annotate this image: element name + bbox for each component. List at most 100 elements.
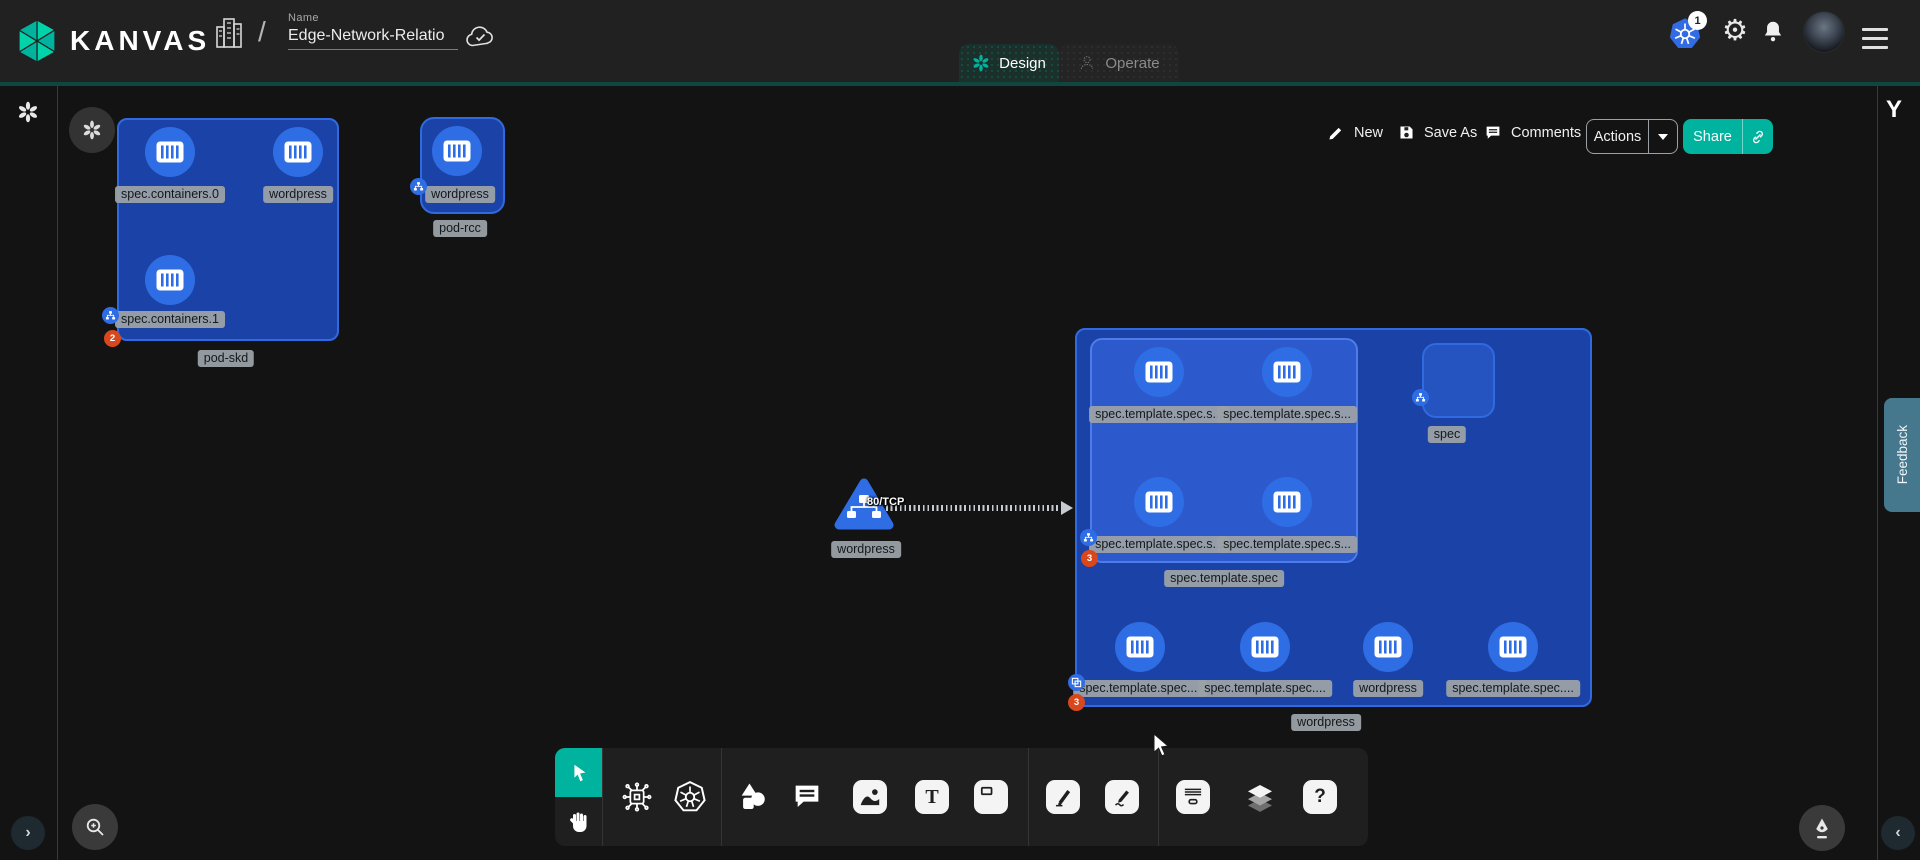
layers-tool[interactable] <box>1242 779 1278 815</box>
container-node[interactable] <box>1115 622 1165 672</box>
save-as-button[interactable]: Save As <box>1398 124 1477 141</box>
group-label: spec.template.spec <box>1164 570 1284 587</box>
container-node[interactable] <box>1488 622 1538 672</box>
container-node[interactable] <box>145 255 195 305</box>
expand-left-panel-button[interactable]: › <box>11 816 45 850</box>
dock-divider <box>1158 748 1159 846</box>
design-name-label: Name <box>288 12 319 24</box>
text-tool[interactable]: T <box>914 779 950 815</box>
operate-tab-icon <box>1078 54 1096 72</box>
design-tab-icon <box>972 54 990 72</box>
pod-relationship-badge[interactable] <box>410 178 427 195</box>
shapes-tool[interactable] <box>735 779 771 815</box>
tab-operate[interactable]: Operate <box>1059 44 1179 82</box>
node-label: wordpress <box>263 186 333 203</box>
container-icon <box>443 140 471 162</box>
pen-nib-button[interactable] <box>1799 805 1845 851</box>
right-panel-toggle[interactable]: Y <box>1886 96 1902 124</box>
group-label: spec <box>1428 426 1466 443</box>
pod-relationship-badge[interactable] <box>1412 389 1429 406</box>
kanvas-logo-icon <box>16 18 58 64</box>
actions-split-divider <box>1648 120 1649 153</box>
node-action-flower-button[interactable] <box>69 107 115 153</box>
container-icon <box>1273 491 1301 513</box>
help-tool[interactable]: ? <box>1302 779 1338 815</box>
meshery-spinner-icon <box>17 101 39 123</box>
node-label: spec.containers.1 <box>115 311 225 328</box>
pencil-icon <box>1328 124 1345 141</box>
container-node[interactable] <box>1134 477 1184 527</box>
expand-right-panel-button[interactable]: ‹ <box>1881 816 1915 850</box>
question-mark-icon: ? <box>1303 780 1337 814</box>
node-label: spec.containers.0 <box>115 186 225 203</box>
canvas-top-divider <box>0 82 1920 86</box>
copy-link-icon[interactable] <box>1743 128 1773 146</box>
logo-wordmark: KANVAS <box>70 25 210 57</box>
node-label: spec.template.spec.... <box>1446 680 1580 697</box>
container-icon <box>1273 361 1301 383</box>
hamburger-menu-icon[interactable] <box>1862 28 1888 55</box>
text-icon: T <box>915 780 949 814</box>
group-spec[interactable] <box>1422 343 1495 418</box>
image-tool[interactable] <box>852 779 888 815</box>
cursor-icon <box>568 762 590 784</box>
freehand-pencil-icon <box>1105 780 1139 814</box>
container-node[interactable] <box>432 126 482 176</box>
zoom-button[interactable] <box>72 804 118 850</box>
container-node[interactable] <box>145 127 195 177</box>
share-button[interactable]: Share <box>1683 119 1773 154</box>
comment-tool[interactable] <box>789 779 825 815</box>
pod-relationship-badge[interactable] <box>102 307 119 324</box>
container-icon <box>284 141 312 163</box>
chevron-down-icon[interactable] <box>1658 134 1668 140</box>
user-avatar[interactable] <box>1803 11 1845 53</box>
tab-operate-label: Operate <box>1105 55 1159 72</box>
comments-button[interactable]: Comments <box>1484 124 1581 142</box>
design-name-input[interactable] <box>288 27 458 50</box>
breadcrumb-separator: / <box>258 16 266 48</box>
actions-button[interactable]: Actions <box>1586 119 1678 154</box>
container-node[interactable] <box>1262 347 1312 397</box>
organization-icon[interactable] <box>214 16 244 50</box>
settings-gear-icon[interactable]: ⚙ <box>1722 13 1748 48</box>
new-button-label: New <box>1354 125 1383 141</box>
flower-icon <box>82 120 102 140</box>
notifications-bell-icon[interactable] <box>1760 18 1786 46</box>
toolbar-dock: T <box>555 748 1368 846</box>
pod-relationship-badge[interactable] <box>1080 529 1097 546</box>
container-node[interactable] <box>273 127 323 177</box>
feedback-tab[interactable]: Feedback <box>1884 398 1920 512</box>
pan-tool[interactable] <box>555 797 602 846</box>
magnifier-plus-icon <box>83 815 107 839</box>
deployment-collapse-badge[interactable] <box>1068 674 1085 691</box>
error-count-badge[interactable]: 3 <box>1068 694 1085 711</box>
tab-design[interactable]: Design <box>959 44 1059 82</box>
tab-design-label: Design <box>999 55 1046 72</box>
note-tool[interactable] <box>973 779 1009 815</box>
drawer-tool[interactable] <box>1175 779 1211 815</box>
components-tool[interactable] <box>619 779 655 815</box>
container-node[interactable] <box>1262 477 1312 527</box>
kanvas-logo[interactable]: KANVAS <box>16 18 210 64</box>
image-icon <box>853 780 887 814</box>
select-tool[interactable] <box>555 748 602 797</box>
service-edge[interactable] <box>886 505 1062 511</box>
group-spec-template-spec[interactable] <box>1090 338 1358 563</box>
dock-divider <box>1028 748 1029 846</box>
new-button[interactable]: New <box>1328 124 1383 141</box>
node-label: wordpress <box>425 186 495 203</box>
container-icon <box>1126 636 1154 658</box>
pen-tool[interactable] <box>1045 779 1081 815</box>
comment-icon <box>791 781 823 813</box>
node-label: wordpress <box>831 541 901 558</box>
container-node[interactable] <box>1240 622 1290 672</box>
error-count-badge[interactable]: 2 <box>104 330 121 347</box>
kubernetes-tool[interactable] <box>672 779 708 815</box>
node-label: spec.template.spec.s... <box>1089 406 1229 423</box>
container-node[interactable] <box>1363 622 1413 672</box>
container-node[interactable] <box>1134 347 1184 397</box>
sketch-tool[interactable] <box>1104 779 1140 815</box>
error-count-badge[interactable]: 3 <box>1081 550 1098 567</box>
sitemap-icon <box>1415 392 1426 403</box>
edge-arrowhead-icon <box>1061 501 1073 515</box>
